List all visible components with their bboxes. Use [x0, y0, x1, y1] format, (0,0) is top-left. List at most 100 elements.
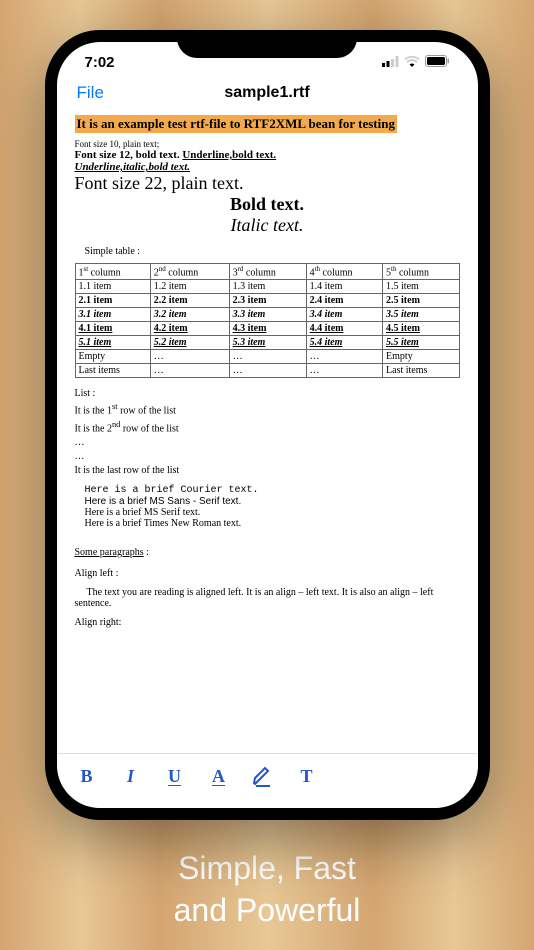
table-row: 5.1 item5.2 item5.3 item5.4 item5.5 item	[75, 336, 459, 350]
status-time: 7:02	[85, 54, 115, 71]
tagline-line-2: and Powerful	[174, 890, 361, 932]
cell: Last items	[383, 364, 459, 378]
nav-bar: File sample1.rtf	[57, 75, 478, 111]
tagline: Simple, Fast and Powerful	[174, 848, 361, 931]
list-last-row: It is the last row of the list	[75, 465, 460, 476]
cell: …	[306, 364, 382, 378]
cell: 1.5 item	[383, 280, 459, 294]
cell: 4.2 item	[150, 322, 229, 336]
font12-part-a: Font size 12, bold text.	[75, 149, 183, 161]
table-row: 2.1 item2.2 item2.3 item2.4 item2.5 item	[75, 294, 459, 308]
highlight-button[interactable]	[251, 764, 275, 788]
cell: 3.4 item	[306, 308, 382, 322]
text: It is the 2	[75, 423, 113, 434]
wifi-icon	[404, 54, 420, 71]
text: Some paragraphs	[75, 547, 144, 558]
cell: 5.5 item	[383, 336, 459, 350]
cell: 1.3 item	[229, 280, 306, 294]
table-row: 4.1 item4.2 item4.3 item4.4 item4.5 item	[75, 322, 459, 336]
underline-button[interactable]: U	[163, 764, 187, 788]
cell: 4.4 item	[306, 322, 382, 336]
text: :	[144, 547, 149, 558]
list-ellipsis: …	[75, 451, 460, 462]
signal-icon	[382, 54, 399, 71]
cell: Last items	[75, 364, 150, 378]
cell: 2.4 item	[306, 294, 382, 308]
font22-line: Font size 22, plain text.	[75, 173, 460, 194]
cell: 2.1 item	[75, 294, 150, 308]
text-color-button[interactable]: A	[207, 764, 231, 788]
header-cell: 4th column	[306, 264, 382, 280]
msserif-text: Here is a brief MS Serif text.	[85, 507, 460, 518]
cell: 1.1 item	[75, 280, 150, 294]
sample-table: 1st column 2nd column 3rd column 4th col…	[75, 263, 460, 378]
battery-icon	[425, 54, 450, 71]
list-label: List :	[75, 388, 460, 399]
header-cell: 5th column	[383, 264, 459, 280]
cell: …	[306, 350, 382, 364]
format-toolbar: B I U A T	[57, 753, 478, 808]
font-button[interactable]: T	[295, 764, 319, 788]
cell: Empty	[75, 350, 150, 364]
bold-text-line: Bold text.	[75, 194, 460, 215]
cell: Empty	[383, 350, 459, 364]
tagline-line-1: Simple, Fast	[174, 848, 361, 890]
phone-frame: 7:02 File sample1.rtf It is an example t…	[45, 30, 490, 820]
phone-screen: 7:02 File sample1.rtf It is an example t…	[57, 42, 478, 808]
italic-button[interactable]: I	[119, 764, 143, 788]
list-row-1: It is the 1st row of the list	[75, 402, 460, 416]
document-title: sample1.rtf	[224, 84, 309, 102]
cell: 3.1 item	[75, 308, 150, 322]
cell: 5.4 item	[306, 336, 382, 350]
list-ellipsis: …	[75, 437, 460, 448]
font12-part-b: Underline,bold text.	[182, 149, 276, 161]
doc-heading: It is an example test rtf-file to RTF2XM…	[75, 115, 397, 133]
cell: …	[150, 364, 229, 378]
header-cell: 1st column	[75, 264, 150, 280]
header-cell: 3rd column	[229, 264, 306, 280]
cell: 5.1 item	[75, 336, 150, 350]
cell: 3.2 item	[150, 308, 229, 322]
cell: 3.5 item	[383, 308, 459, 322]
list-row-2: It is the 2nd row of the list	[75, 420, 460, 434]
bold-button[interactable]: B	[75, 764, 99, 788]
table-header-row: 1st column 2nd column 3rd column 4th col…	[75, 264, 459, 280]
cell: 2.3 item	[229, 294, 306, 308]
some-paragraphs-label: Some paragraphs :	[75, 547, 460, 558]
tnr-text: Here is a brief Times New Roman text.	[85, 518, 460, 529]
document-view[interactable]: It is an example test rtf-file to RTF2XM…	[57, 111, 478, 747]
cell: 3.3 item	[229, 308, 306, 322]
table-row: Empty………Empty	[75, 350, 459, 364]
cell: 2.2 item	[150, 294, 229, 308]
font12-line: Font size 12, bold text. Underline,bold …	[75, 149, 460, 161]
text: row of the list	[120, 423, 178, 434]
text: row of the list	[118, 406, 176, 417]
cell: 5.3 item	[229, 336, 306, 350]
cell: …	[229, 350, 306, 364]
font10-line: Font size 10, plain text;	[75, 139, 460, 149]
cell: 1.2 item	[150, 280, 229, 294]
cell: …	[150, 350, 229, 364]
align-right-label: Align right:	[75, 617, 460, 628]
cell: 4.3 item	[229, 322, 306, 336]
table-row: 3.1 item3.2 item3.3 item3.4 item3.5 item	[75, 308, 459, 322]
header-cell: 2nd column	[150, 264, 229, 280]
phone-notch	[177, 30, 357, 58]
sans-text: Here is a brief MS Sans - Serif text.	[85, 496, 460, 507]
font12-uib-line: Underline,italic,bold text.	[75, 161, 460, 173]
table-row: Last items………Last items	[75, 364, 459, 378]
table-row: 1.1 item1.2 item1.3 item1.4 item1.5 item	[75, 280, 459, 294]
courier-text: Here is a brief Courier text.	[85, 485, 460, 496]
simple-table-label: Simple table :	[85, 246, 460, 257]
cell: 4.1 item	[75, 322, 150, 336]
cell: 4.5 item	[383, 322, 459, 336]
italic-text-line: Italic text.	[75, 215, 460, 236]
cell: 5.2 item	[150, 336, 229, 350]
align-left-text: The text you are reading is aligned left…	[75, 587, 460, 609]
cell: 2.5 item	[383, 294, 459, 308]
text: It is the 1	[75, 406, 113, 417]
cell: 1.4 item	[306, 280, 382, 294]
align-left-label: Align left :	[75, 568, 460, 579]
file-button[interactable]: File	[77, 83, 104, 103]
cell: …	[229, 364, 306, 378]
